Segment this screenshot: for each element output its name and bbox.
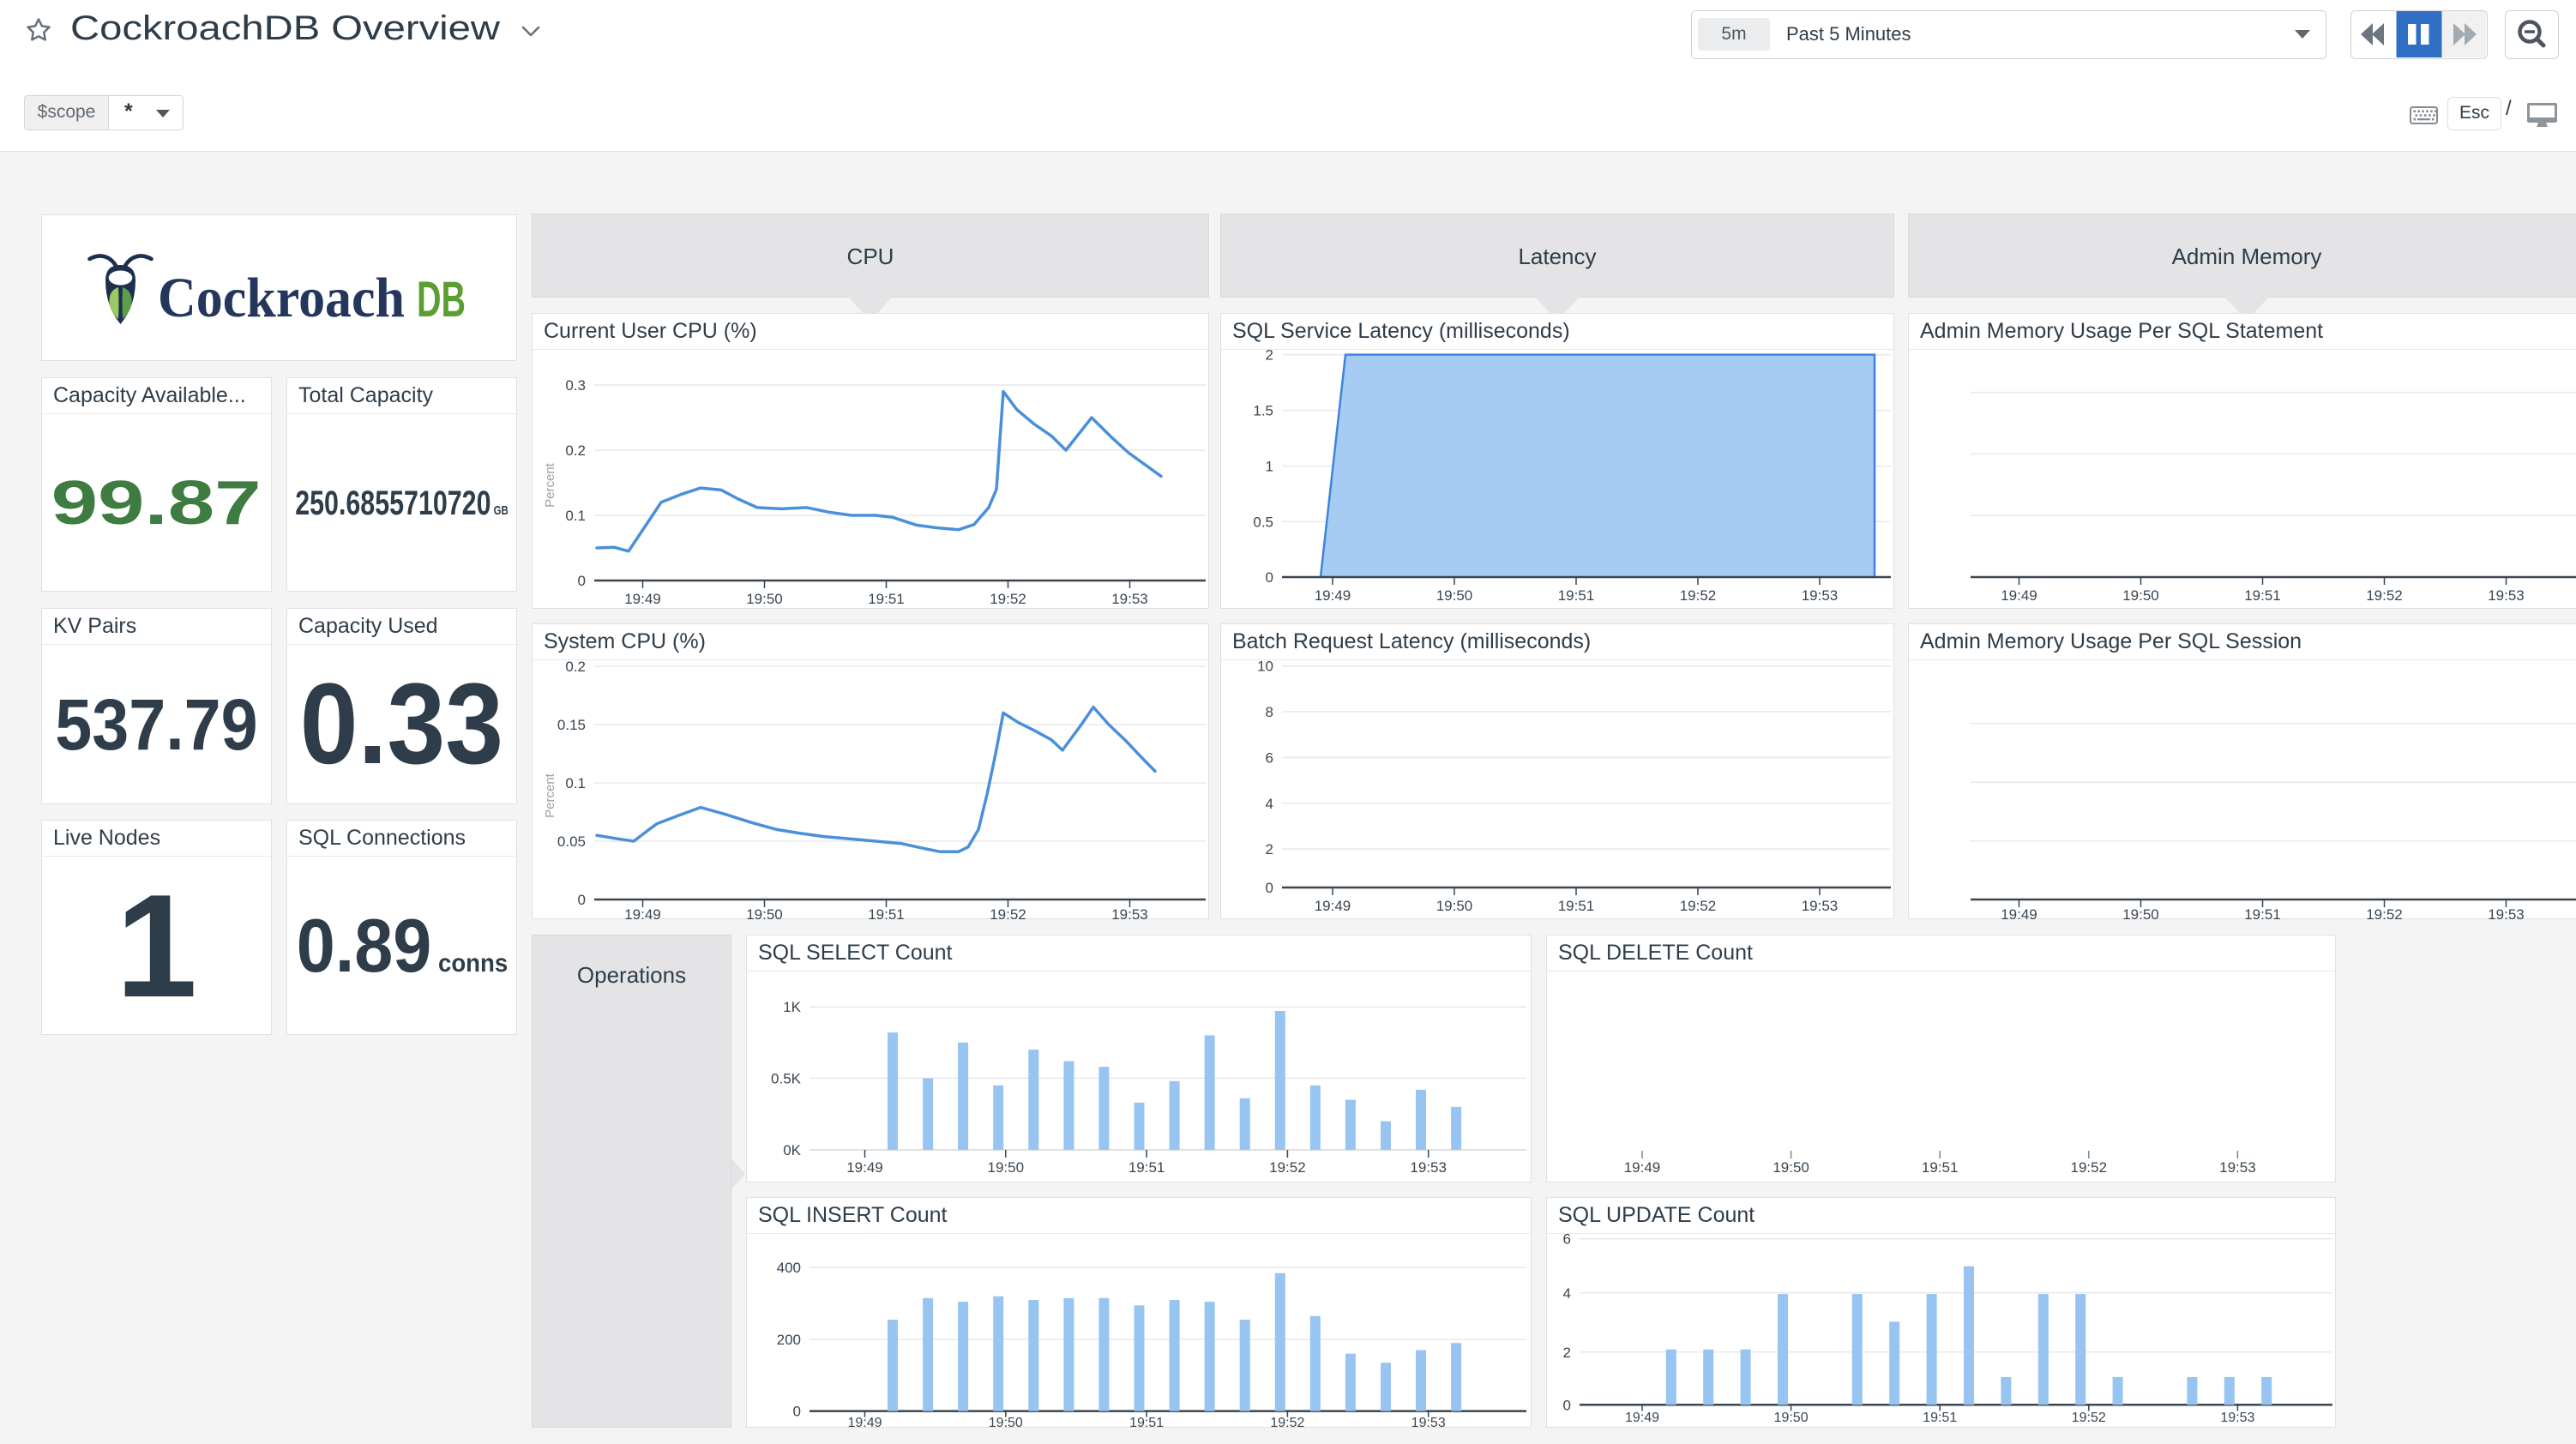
svg-text:19:53: 19:53 (2488, 587, 2525, 604)
svg-text:0: 0 (578, 892, 586, 908)
svg-text:19:51: 19:51 (2244, 906, 2281, 920)
svg-text:19:49: 19:49 (1315, 898, 1351, 914)
svg-text:0: 0 (1266, 569, 1273, 586)
svg-text:19:50: 19:50 (1774, 1411, 1809, 1425)
svg-text:19:53: 19:53 (2219, 1159, 2256, 1176)
svg-text:19:53: 19:53 (2220, 1411, 2254, 1425)
svg-text:19:53: 19:53 (1802, 587, 1839, 604)
svg-text:0.1: 0.1 (565, 508, 586, 524)
svg-text:19:50: 19:50 (746, 906, 783, 920)
svg-text:19:52: 19:52 (1680, 898, 1717, 914)
svg-text:19:51: 19:51 (1129, 1159, 1165, 1176)
svg-text:Percent: Percent (543, 462, 557, 508)
svg-text:19:50: 19:50 (1773, 1159, 1809, 1176)
svg-text:19:49: 19:49 (2001, 587, 2037, 604)
svg-text:19:53: 19:53 (1802, 898, 1839, 914)
svg-text:19:51: 19:51 (1923, 1411, 1957, 1425)
svg-text:19:49: 19:49 (1624, 1159, 1661, 1176)
svg-text:1.5: 1.5 (1253, 403, 1273, 419)
svg-text:19:52: 19:52 (2366, 906, 2403, 920)
svg-text:0: 0 (578, 573, 586, 589)
svg-text:19:51: 19:51 (2244, 587, 2281, 604)
svg-text:0K: 0K (783, 1142, 801, 1158)
svg-text:6: 6 (1563, 1231, 1571, 1248)
svg-text:19:53: 19:53 (1111, 906, 1148, 920)
svg-text:4: 4 (1563, 1285, 1571, 1302)
svg-text:19:49: 19:49 (624, 906, 661, 920)
svg-text:19:51: 19:51 (868, 906, 905, 920)
svg-text:2: 2 (1266, 841, 1273, 857)
svg-text:4: 4 (1266, 796, 1273, 812)
svg-text:19:50: 19:50 (2122, 587, 2159, 604)
svg-text:19:53: 19:53 (1111, 591, 1148, 607)
svg-text:0.3: 0.3 (565, 377, 586, 394)
svg-text:0.5K: 0.5K (771, 1070, 802, 1086)
svg-text:19:53: 19:53 (1410, 1159, 1447, 1176)
svg-text:19:51: 19:51 (1558, 898, 1595, 914)
svg-text:19:52: 19:52 (1269, 1159, 1306, 1176)
svg-text:19:49: 19:49 (624, 591, 661, 607)
svg-text:19:52: 19:52 (2071, 1159, 2108, 1176)
svg-text:19:51: 19:51 (1922, 1159, 1959, 1176)
svg-text:19:49: 19:49 (1625, 1411, 1659, 1425)
svg-text:19:50: 19:50 (989, 1416, 1023, 1429)
svg-text:1: 1 (1266, 459, 1273, 475)
svg-text:19:50: 19:50 (1436, 898, 1473, 914)
svg-text:19:52: 19:52 (1680, 587, 1717, 604)
svg-text:Cockroach: Cockroach (158, 267, 405, 329)
svg-text:10: 10 (1257, 659, 1273, 675)
svg-text:19:50: 19:50 (2122, 906, 2159, 920)
svg-text:19:49: 19:49 (847, 1416, 882, 1429)
svg-text:19:49: 19:49 (1315, 587, 1351, 604)
svg-text:0: 0 (1266, 880, 1273, 896)
svg-text:0.15: 0.15 (557, 717, 586, 733)
svg-text:200: 200 (777, 1332, 801, 1348)
svg-text:8: 8 (1266, 704, 1273, 720)
svg-text:0: 0 (1563, 1397, 1571, 1413)
svg-text:19:51: 19:51 (1558, 587, 1595, 604)
svg-text:400: 400 (777, 1260, 801, 1276)
svg-text:19:52: 19:52 (2366, 587, 2403, 604)
svg-text:0: 0 (793, 1404, 801, 1420)
svg-text:6: 6 (1266, 749, 1273, 766)
svg-text:19:53: 19:53 (2488, 906, 2525, 920)
svg-text:19:49: 19:49 (846, 1159, 883, 1176)
svg-text:1K: 1K (783, 999, 801, 1015)
svg-text:Percent: Percent (543, 773, 557, 818)
svg-text:2: 2 (1563, 1345, 1571, 1361)
svg-text:19:49: 19:49 (2001, 906, 2037, 920)
svg-text:19:52: 19:52 (2072, 1411, 2106, 1425)
svg-text:19:50: 19:50 (746, 591, 783, 607)
svg-text:19:53: 19:53 (1411, 1416, 1446, 1429)
svg-text:0.5: 0.5 (1253, 514, 1273, 530)
svg-text:2: 2 (1266, 347, 1273, 364)
svg-text:DB: DB (417, 272, 466, 328)
svg-text:19:52: 19:52 (990, 906, 1026, 920)
svg-text:0.1: 0.1 (565, 775, 586, 791)
svg-text:19:50: 19:50 (988, 1159, 1025, 1176)
svg-text:0.2: 0.2 (565, 442, 586, 459)
svg-text:19:50: 19:50 (1436, 587, 1473, 604)
svg-text:0.05: 0.05 (557, 833, 586, 850)
svg-text:19:51: 19:51 (868, 591, 905, 607)
svg-text:19:52: 19:52 (1270, 1416, 1304, 1429)
svg-text:19:52: 19:52 (990, 591, 1026, 607)
svg-text:19:51: 19:51 (1129, 1416, 1164, 1429)
svg-text:0.2: 0.2 (565, 659, 586, 675)
